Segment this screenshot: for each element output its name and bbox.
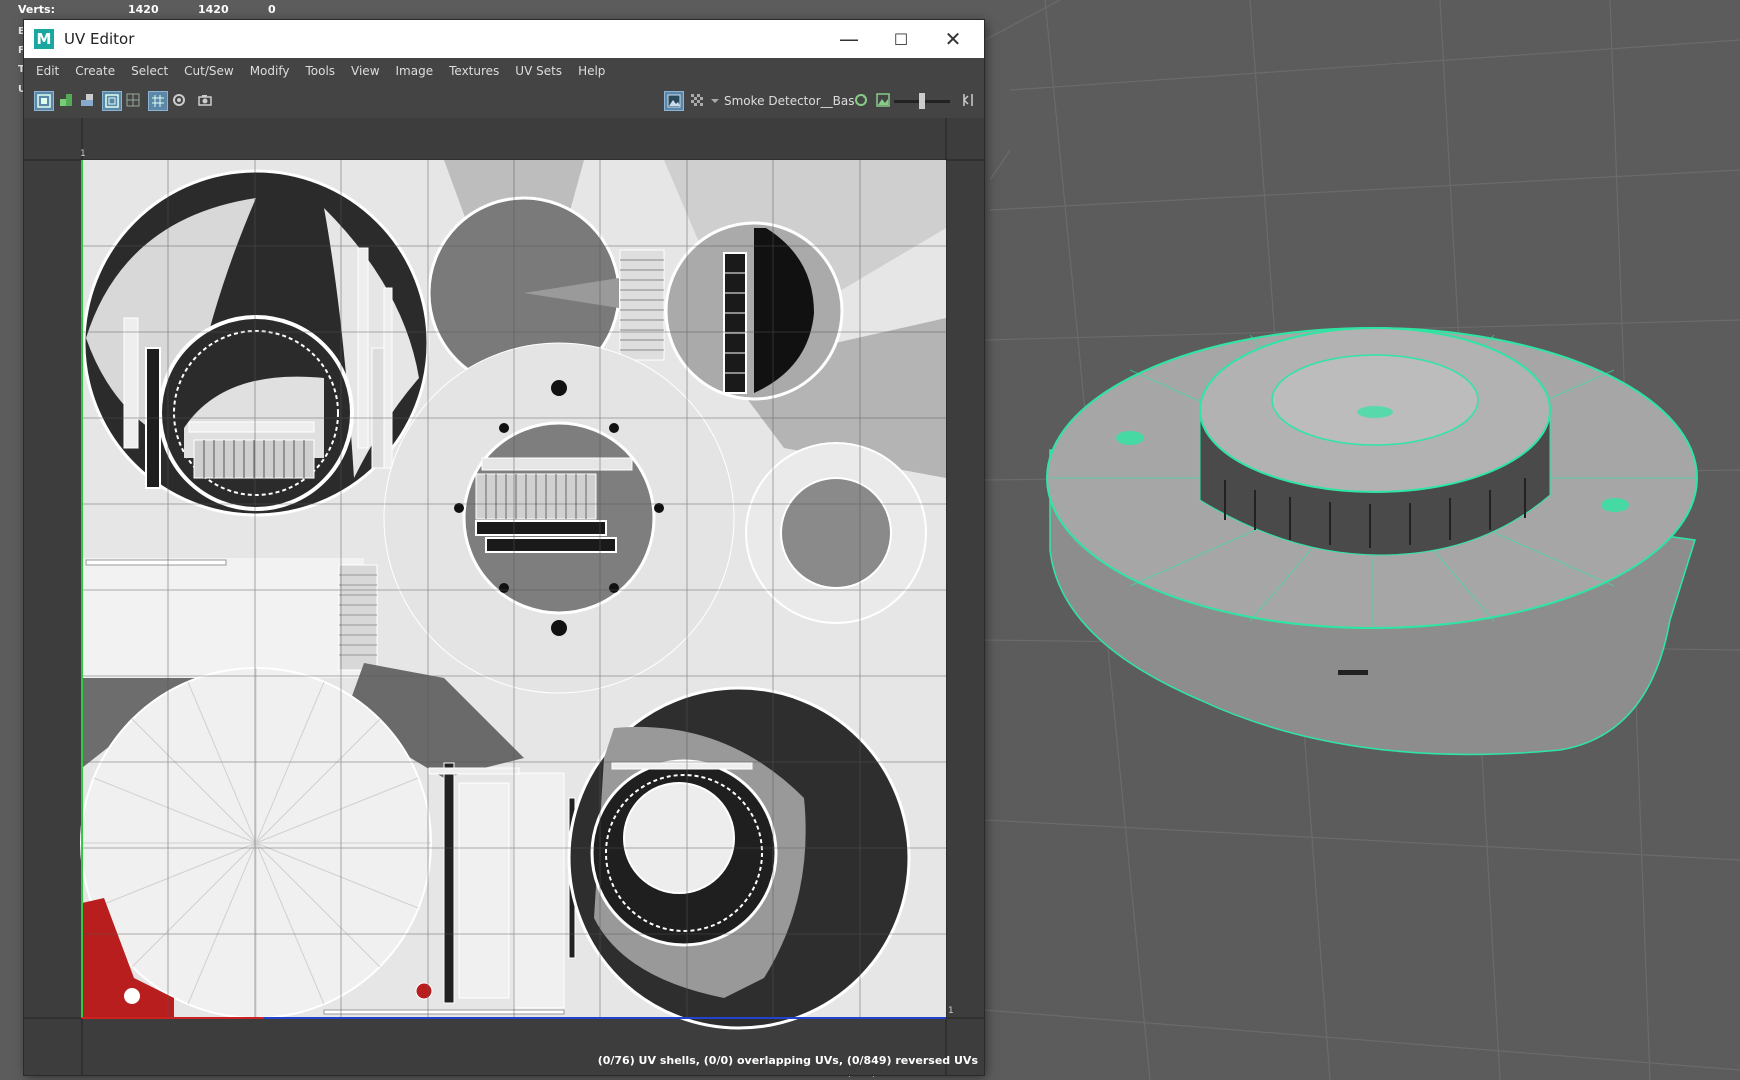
menu-tools[interactable]: Tools <box>297 64 343 78</box>
snap-icon[interactable] <box>148 91 168 111</box>
close-button[interactable]: ✕ <box>928 20 978 58</box>
verts-extra-value: 0 <box>268 3 276 16</box>
verts-label: Verts: <box>18 3 56 16</box>
image-display-icon[interactable] <box>664 91 684 111</box>
menu-textures[interactable]: Textures <box>441 64 507 78</box>
maya-app-icon: M <box>34 29 54 49</box>
title-bar[interactable]: M UV Editor — ☐ ✕ <box>24 20 984 58</box>
window-title: UV Editor <box>64 30 135 48</box>
uv-shell-cap <box>82 169 430 517</box>
menu-select[interactable]: Select <box>123 64 176 78</box>
menu-modify[interactable]: Modify <box>242 64 298 78</box>
menu-image[interactable]: Image <box>388 64 442 78</box>
uv-editor-window[interactable]: M UV Editor — ☐ ✕ Edit Create Select Cut… <box>24 20 984 1075</box>
minimize-button[interactable]: — <box>824 20 874 58</box>
exposure-slider[interactable] <box>894 93 950 109</box>
uv-checker-icon[interactable] <box>78 91 98 111</box>
menu-edit[interactable]: Edit <box>28 64 67 78</box>
uv-texture-tile <box>80 160 946 1030</box>
menu-bar: Edit Create Select Cut/Sew Modify Tools … <box>24 58 984 84</box>
uv-texture-editor-canvas[interactable]: 1 1 (0/76) UV shells, (0/0) overlapping … <box>24 118 984 1075</box>
image-icon[interactable] <box>874 91 894 111</box>
wire-icon[interactable] <box>170 91 190 111</box>
menu-view[interactable]: View <box>343 64 387 78</box>
verts-value: 1420 <box>128 3 159 16</box>
uv-toolbar: Smoke Detector__Bas <box>24 84 984 119</box>
uv-corner-label: 1 <box>80 149 86 159</box>
maximize-button[interactable]: ☐ <box>876 20 926 58</box>
uv-shell-bottom-right <box>567 686 911 1030</box>
checker-icon[interactable] <box>688 91 708 111</box>
smoke-detector-model <box>1046 327 1698 756</box>
heads-up-display: Verts: 1420 1420 0 <box>18 3 338 16</box>
grid-toggle-icon[interactable] <box>102 91 122 111</box>
uv-shell-strips <box>428 762 576 1009</box>
uv-corner-label: 1 <box>948 1006 954 1016</box>
uv-layout-icon[interactable] <box>57 91 77 111</box>
menu-create[interactable]: Create <box>67 64 123 78</box>
texture-refresh-icon[interactable] <box>852 91 872 111</box>
texture-name[interactable]: Smoke Detector__Bas <box>724 94 855 108</box>
chevron-down-icon[interactable] <box>708 91 720 111</box>
uv-shell-icon[interactable] <box>34 91 54 111</box>
camera-icon[interactable] <box>196 91 216 111</box>
exposure-slider-thumb[interactable] <box>919 93 925 109</box>
uv-status-bar: (0/76) UV shells, (0/0) overlapping UVs,… <box>597 1054 978 1067</box>
verts-selected-value: 1420 <box>198 3 229 16</box>
menu-cut-sew[interactable]: Cut/Sew <box>176 64 242 78</box>
menu-help[interactable]: Help <box>570 64 613 78</box>
uv-shell-center <box>383 342 735 694</box>
grid-icon[interactable] <box>124 91 144 111</box>
uv-shell-side <box>664 221 844 401</box>
menu-uv-sets[interactable]: UV Sets <box>507 64 570 78</box>
expand-toolbar-icon[interactable] <box>959 91 975 111</box>
